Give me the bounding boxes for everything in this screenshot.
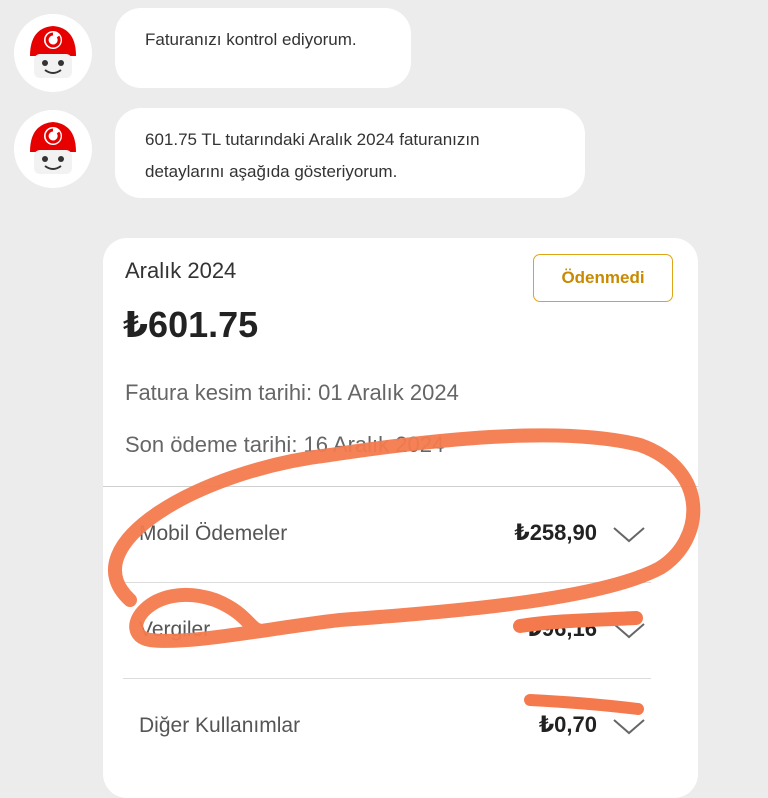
- bill-item-value: ₺258,90: [514, 520, 597, 545]
- assistant-avatar-icon: [14, 14, 92, 92]
- chevron-down-icon[interactable]: [611, 616, 647, 644]
- bill-item-mobil-odemeler[interactable]: Mobil Ödemeler ₺258,90: [123, 506, 653, 562]
- assistant-avatar-icon: [14, 110, 92, 188]
- bill-item-label: Mobil Ödemeler: [139, 522, 288, 545]
- bill-item-vergiler[interactable]: Vergiler ₺96,16: [123, 602, 653, 658]
- issue-date: Fatura kesim tarihi: 01 Aralık 2024: [125, 380, 459, 405]
- divider: [123, 678, 651, 679]
- divider: [123, 582, 651, 583]
- due-date: Son ödeme tarihi: 16 Aralık 2024: [125, 432, 445, 457]
- message-text-line: detaylarını aşağıda gösteriyorum.: [145, 162, 398, 181]
- bill-item-label: Vergiler: [139, 618, 211, 641]
- bill-item-diger-kullanimlar[interactable]: Diğer Kullanımlar ₺0,70: [123, 698, 653, 754]
- status-badge: Ödenmedi: [533, 254, 673, 302]
- message-text: Faturanızı kontrol ediyorum.: [145, 30, 357, 49]
- bill-period: Aralık 2024: [125, 258, 237, 283]
- chevron-down-icon[interactable]: [611, 712, 647, 740]
- assistant-message: 601.75 TL tutarındaki Aralık 2024 fatura…: [115, 108, 585, 198]
- message-text-line: 601.75 TL tutarındaki Aralık 2024 fatura…: [145, 130, 480, 149]
- assistant-message: Faturanızı kontrol ediyorum.: [115, 8, 411, 88]
- bill-card: Aralık 2024 Ödenmedi ₺601.75 Fatura kesi…: [103, 238, 698, 798]
- chevron-down-icon[interactable]: [611, 520, 647, 548]
- bill-item-value: ₺0,70: [538, 712, 597, 737]
- bill-item-label: Diğer Kullanımlar: [139, 714, 301, 737]
- bill-amount: ₺601.75: [123, 304, 259, 345]
- divider: [103, 486, 698, 487]
- bill-item-value: ₺96,16: [526, 616, 597, 641]
